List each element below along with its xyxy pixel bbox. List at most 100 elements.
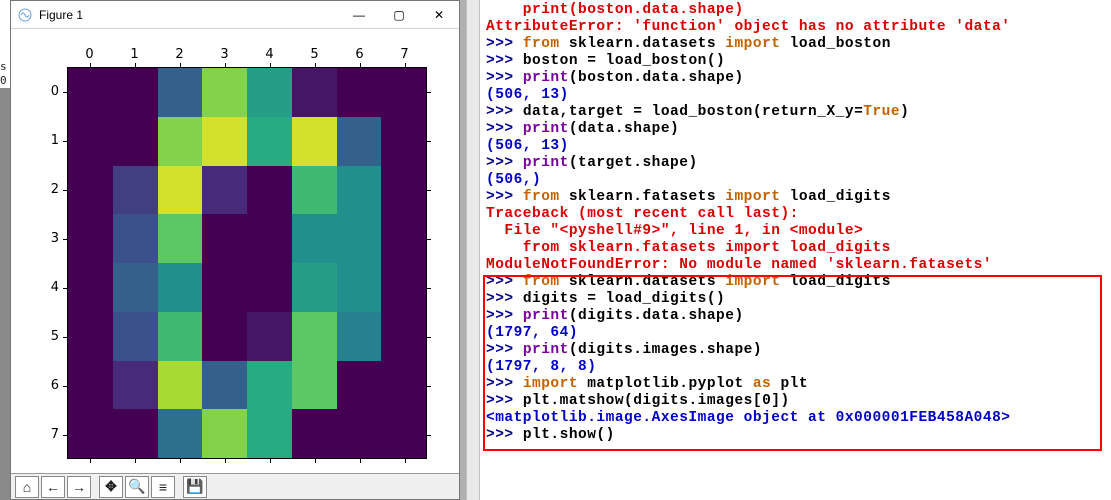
console-line: >>> digits = load_digits() xyxy=(486,291,1107,308)
code-token: (506, 13) xyxy=(486,87,569,103)
code-token: digits = load_digits() xyxy=(523,291,725,307)
code-token: (506, 13) xyxy=(486,138,569,154)
y-tick: 3 xyxy=(41,214,59,263)
console-line: Traceback (most recent call last): xyxy=(486,206,1107,223)
heatmap-cell xyxy=(202,166,247,215)
console-output[interactable]: print(boston.data.shape)AttributeError: … xyxy=(466,0,1111,446)
code-token: sklearn.datasets xyxy=(560,36,726,52)
heatmap-cell xyxy=(247,409,292,458)
console-line: >>> print(digits.images.shape) xyxy=(486,342,1107,359)
console-line: >>> print(data.shape) xyxy=(486,121,1107,138)
configure-button[interactable]: ≡ xyxy=(151,476,175,498)
heatmap-cell xyxy=(113,214,158,263)
code-token: >>> xyxy=(486,36,523,52)
pan-button[interactable]: ✥ xyxy=(99,476,123,498)
configure-icon: ≡ xyxy=(159,479,167,495)
console-line: (506, 13) xyxy=(486,87,1107,104)
code-token: load_digits xyxy=(780,274,890,290)
code-token: from xyxy=(523,274,560,290)
heatmap-cell xyxy=(381,68,426,117)
minimize-button[interactable]: — xyxy=(339,1,379,29)
heatmap-cell xyxy=(292,166,337,215)
code-token: import xyxy=(523,376,578,392)
heatmap-image xyxy=(67,67,427,459)
heatmap-cell xyxy=(247,361,292,410)
save-button[interactable]: 💾 xyxy=(183,476,207,498)
x-tick: 4 xyxy=(247,47,292,62)
y-tick-labels: 01234567 xyxy=(41,67,59,459)
console-line: >>> plt.matshow(digits.images[0]) xyxy=(486,393,1107,410)
code-token: >>> xyxy=(486,342,523,358)
code-token: (1797, 64) xyxy=(486,325,578,341)
heatmap-cell xyxy=(337,361,382,410)
code-token: plt xyxy=(771,376,808,392)
code-token: load_digits xyxy=(780,189,890,205)
code-token: boston = load_boston() xyxy=(523,53,725,69)
console-line: ModuleNotFoundError: No module named 'sk… xyxy=(486,257,1107,274)
code-token: >>> xyxy=(486,53,523,69)
zoom-button[interactable]: 🔍 xyxy=(125,476,149,498)
heatmap-cell xyxy=(68,166,113,215)
code-token: (506,) xyxy=(486,172,541,188)
python-shell-pane[interactable]: print(boston.data.shape)AttributeError: … xyxy=(460,0,1111,500)
code-token: >>> xyxy=(486,155,523,171)
heatmap-cell xyxy=(68,409,113,458)
app-icon xyxy=(17,7,33,23)
code-token: plt.matshow(digits.images[ xyxy=(523,393,762,409)
code-token: (1797, 8, 8) xyxy=(486,359,596,375)
close-button[interactable]: ✕ xyxy=(419,1,459,29)
heatmap-cell xyxy=(113,166,158,215)
figure-window-column: s 0 Figure 1 — ▢ ✕ 01234567 xyxy=(0,0,460,500)
heatmap-cell xyxy=(381,166,426,215)
heatmap-cell xyxy=(158,166,203,215)
back-button[interactable]: ← xyxy=(41,476,65,498)
bg-char: s xyxy=(0,60,10,74)
forward-icon: → xyxy=(72,479,86,495)
heatmap-cell xyxy=(292,361,337,410)
heatmap-cell xyxy=(113,68,158,117)
heatmap-cell xyxy=(202,409,247,458)
console-line: >>> print(target.shape) xyxy=(486,155,1107,172)
heatmap-cell xyxy=(68,117,113,166)
window-titlebar[interactable]: Figure 1 — ▢ ✕ xyxy=(11,1,459,29)
heatmap-cell xyxy=(202,263,247,312)
console-line: from sklearn.fatasets import load_digits xyxy=(486,240,1107,257)
heatmap-cell xyxy=(247,117,292,166)
heatmap-cell xyxy=(381,409,426,458)
heatmap-cell xyxy=(247,166,292,215)
console-line: (506, 13) xyxy=(486,138,1107,155)
code-token: <matplotlib.image.AxesImage object at 0x… xyxy=(486,410,1010,426)
home-button[interactable]: ⌂ xyxy=(15,476,39,498)
console-line: >>> from sklearn.fatasets import load_di… xyxy=(486,189,1107,206)
forward-button[interactable]: → xyxy=(67,476,91,498)
heatmap-cell xyxy=(113,409,158,458)
plot-canvas[interactable]: 01234567 01234567 xyxy=(11,29,459,473)
x-tick-labels: 01234567 xyxy=(67,47,427,62)
vertical-scrollbar[interactable] xyxy=(466,0,480,500)
y-tick: 0 xyxy=(41,67,59,116)
x-tick: 6 xyxy=(337,47,382,62)
code-token: (digits.data.shape) xyxy=(569,308,744,324)
heatmap-cell xyxy=(158,409,203,458)
console-line: <matplotlib.image.AxesImage object at 0x… xyxy=(486,410,1107,427)
heatmap-cell xyxy=(381,214,426,263)
code-token: print xyxy=(523,342,569,358)
x-tick: 5 xyxy=(292,47,337,62)
console-line: File "<pyshell#9>", line 1, in <module> xyxy=(486,223,1107,240)
code-token: Traceback (most recent call last): xyxy=(486,206,799,222)
heatmap-cell xyxy=(337,263,382,312)
heatmap-cell xyxy=(158,361,203,410)
maximize-button[interactable]: ▢ xyxy=(379,1,419,29)
heatmap-cell xyxy=(68,361,113,410)
heatmap-cell xyxy=(158,68,203,117)
console-line: >>> from sklearn.datasets import load_bo… xyxy=(486,36,1107,53)
code-token: >>> xyxy=(486,291,523,307)
code-token: ModuleNotFoundError: No module named 'sk… xyxy=(486,257,992,273)
heatmap-cell xyxy=(202,312,247,361)
heatmap-cell xyxy=(337,409,382,458)
code-token: (target.shape) xyxy=(569,155,698,171)
console-line: >>> plt.show() xyxy=(486,427,1107,444)
y-tick: 1 xyxy=(41,116,59,165)
code-token: print xyxy=(523,121,569,137)
heatmap-cell xyxy=(381,312,426,361)
